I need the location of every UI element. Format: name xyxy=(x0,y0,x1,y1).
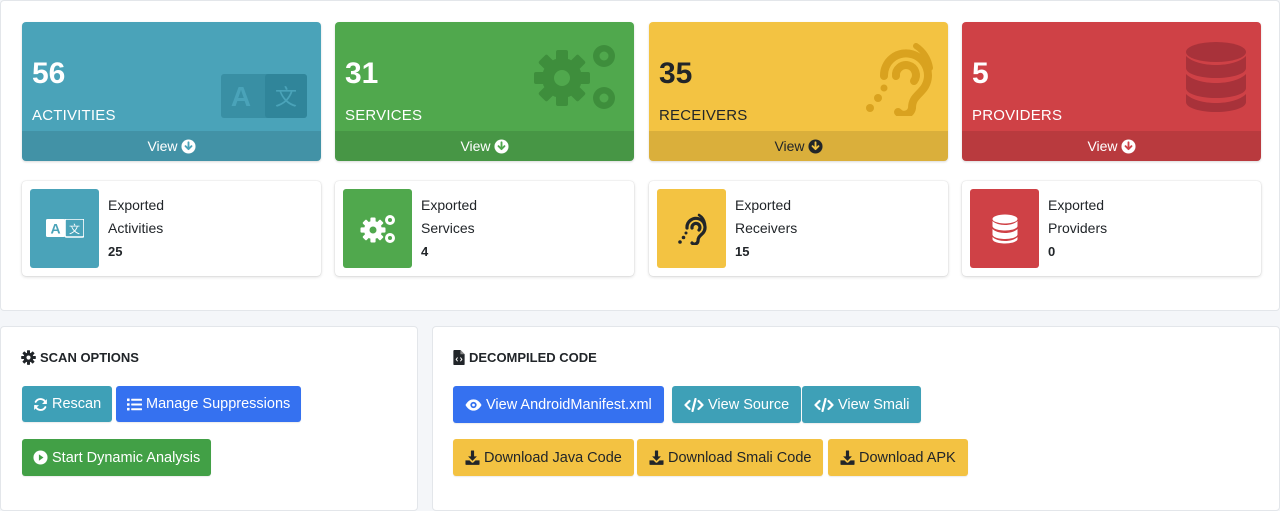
start-dynamic-analysis-button[interactable]: Start Dynamic Analysis xyxy=(22,439,212,476)
services-stat-box: 31 SERVICES View xyxy=(335,22,634,161)
ear-icon xyxy=(866,43,933,116)
download-icon xyxy=(465,450,480,465)
language-icon: A 文 xyxy=(221,74,307,118)
providers-view-link[interactable]: View xyxy=(962,131,1261,161)
database-icon xyxy=(1186,42,1246,112)
sync-icon xyxy=(34,397,47,411)
exported-label: Exported xyxy=(108,197,165,213)
providers-count: 5 xyxy=(972,57,989,90)
view-manifest-label: View AndroidManifest.xml xyxy=(486,396,652,413)
decompiled-code-card: DECOMPILED CODE View AndroidManifest.xml… xyxy=(432,326,1280,511)
view-label: View xyxy=(147,138,178,154)
scan-options-card: SCAN OPTIONS Rescan Manage Suppressions … xyxy=(0,326,418,511)
services-view-link[interactable]: View xyxy=(335,131,634,161)
rescan-label: Rescan xyxy=(52,396,102,412)
view-smali-label: View Smali xyxy=(838,396,910,413)
view-manifest-button[interactable]: View AndroidManifest.xml xyxy=(453,386,664,423)
download-icon xyxy=(649,450,664,465)
cogs-icon xyxy=(534,45,615,109)
activities-view-link[interactable]: View xyxy=(22,131,321,161)
view-label: View xyxy=(1087,138,1118,154)
exported-label: Exported xyxy=(1048,197,1105,213)
exported-label: Exported xyxy=(735,197,792,213)
cogs-icon xyxy=(343,189,412,268)
svg-text:文: 文 xyxy=(275,86,297,111)
manage-suppressions-label: Manage Suppressions xyxy=(146,396,291,412)
arrow-circle-down-icon xyxy=(181,138,196,154)
scan-options-title: SCAN OPTIONS xyxy=(21,350,139,365)
download-apk-button[interactable]: Download APK xyxy=(828,439,968,476)
download-java-button[interactable]: Download Java Code xyxy=(453,439,634,476)
play-circle-icon xyxy=(33,450,48,465)
component-label: Activities xyxy=(108,220,164,236)
download-icon xyxy=(840,450,855,465)
arrow-circle-down-icon xyxy=(808,138,823,154)
file-code-icon xyxy=(453,350,465,365)
language-icon: A 文 xyxy=(30,189,99,268)
component-label: Services xyxy=(421,220,475,236)
component-label: Providers xyxy=(1048,220,1108,236)
exported-services-box: Exported Services 4 xyxy=(335,181,634,276)
code-icon xyxy=(684,397,704,412)
receivers-stat-box: 35 RECEIVERS View xyxy=(649,22,948,161)
receivers-view-link[interactable]: View xyxy=(649,131,948,161)
start-dynamic-analysis-label: Start Dynamic Analysis xyxy=(52,449,201,466)
download-smali-label: Download Smali Code xyxy=(668,449,812,466)
eye-icon xyxy=(465,398,482,411)
receivers-count: 35 xyxy=(659,57,693,90)
scan-options-title-text: SCAN OPTIONS xyxy=(40,350,139,365)
ear-icon xyxy=(657,189,726,268)
download-smali-button[interactable]: Download Smali Code xyxy=(637,439,824,476)
database-icon xyxy=(970,189,1039,268)
component-label: Receivers xyxy=(735,220,798,236)
view-source-label: View Source xyxy=(708,396,790,413)
exported-count: 25 xyxy=(108,244,123,259)
view-label: View xyxy=(460,138,491,154)
code-icon xyxy=(814,397,834,412)
arrow-circle-down-icon xyxy=(1121,138,1136,154)
gear-icon xyxy=(21,350,36,365)
svg-text:文: 文 xyxy=(69,222,80,236)
activities-count: 56 xyxy=(32,57,66,90)
rescan-button[interactable]: Rescan xyxy=(22,386,113,422)
download-apk-label: Download APK xyxy=(859,449,956,466)
svg-text:A: A xyxy=(50,220,60,236)
view-label: View xyxy=(774,138,805,154)
exported-label: Exported xyxy=(421,197,478,213)
exported-count: 4 xyxy=(421,244,429,259)
providers-label: PROVIDERS xyxy=(972,107,1063,124)
exported-count: 15 xyxy=(735,244,750,259)
download-java-label: Download Java Code xyxy=(484,449,622,466)
view-source-button[interactable]: View Source xyxy=(672,386,802,423)
services-label: SERVICES xyxy=(345,107,423,124)
arrow-circle-down-icon xyxy=(494,138,509,154)
activities-label: ACTIVITIES xyxy=(32,107,116,124)
manage-suppressions-button[interactable]: Manage Suppressions xyxy=(116,386,302,422)
view-smali-button[interactable]: View Smali xyxy=(802,386,922,423)
activities-stat-box: 56 ACTIVITIES A 文 View xyxy=(22,22,321,161)
components-summary-card: 56 ACTIVITIES A 文 View 31 SERVICES View … xyxy=(0,0,1280,311)
decompiled-code-title: DECOMPILED CODE xyxy=(453,350,597,365)
exported-activities-box: A 文 Exported Activities 25 xyxy=(22,181,321,276)
list-icon xyxy=(127,398,142,410)
exported-count: 0 xyxy=(1048,244,1056,259)
svg-text:A: A xyxy=(231,81,251,112)
providers-stat-box: 5 PROVIDERS View xyxy=(962,22,1261,161)
services-count: 31 xyxy=(345,57,379,90)
exported-providers-box: Exported Providers 0 xyxy=(962,181,1261,276)
exported-receivers-box: Exported Receivers 15 xyxy=(649,181,948,276)
receivers-label: RECEIVERS xyxy=(659,107,748,124)
decompiled-code-title-text: DECOMPILED CODE xyxy=(469,350,597,365)
